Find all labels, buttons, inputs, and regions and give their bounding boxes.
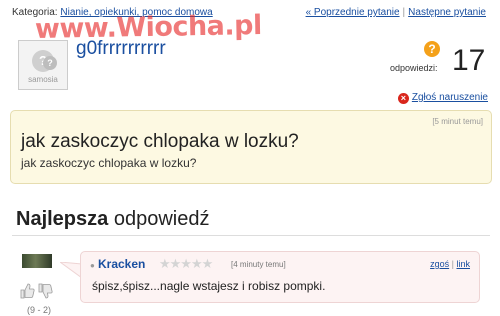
next-question-link[interactable]: Następne pytanie (408, 7, 486, 18)
answer-links: zgoś | link (430, 259, 470, 269)
answerer-username[interactable]: Kracken (98, 257, 145, 271)
answer-links-separator: | (451, 259, 454, 269)
online-status-dot: ● (90, 261, 95, 270)
answers-label: odpowiedzi: (390, 63, 438, 73)
previous-question-link[interactable]: « Poprzednie pytanie (306, 7, 400, 18)
report-link[interactable]: Zgłoś naruszenie (412, 92, 488, 103)
thumb-down-icon[interactable] (37, 283, 53, 299)
vote-count: (9 - 2) (27, 305, 52, 315)
answer-bubble-tail (60, 262, 82, 279)
question-nav: « Poprzednie pytanie | Następne pytanie (306, 7, 486, 18)
question-time: [5 minut temu] (432, 117, 483, 126)
best-answer-heading-bold: Najlepsza (16, 208, 109, 230)
nav-separator: | (402, 7, 406, 18)
vote-widget: (9 - 2) (15, 283, 59, 315)
best-answer-box: ● Kracken ★★★★★ [4 minuty temu] zgoś | l… (80, 251, 480, 303)
answers-count: 17 (452, 44, 486, 77)
divider (12, 235, 490, 236)
avatar-brand: samosia (28, 75, 58, 84)
best-answer-heading: Najlepsza odpowiedź (16, 208, 209, 231)
question-body: jak zaskoczyc chlopaka w lozku? (21, 156, 197, 170)
answer-text: śpisz,śpisz...nagle wstajesz i robisz po… (92, 279, 326, 293)
answerer-avatar[interactable] (22, 254, 52, 268)
answer-report-link[interactable]: zgoś (430, 259, 449, 269)
report-icon: × (397, 93, 409, 104)
thumb-up-icon[interactable] (19, 283, 35, 299)
avatar-question-icon-small: ? (43, 56, 57, 70)
asker-username[interactable]: g0frrrrrrrrrr (76, 38, 166, 60)
rating-stars: ★★★★★ (159, 256, 213, 271)
report-abuse[interactable]: × Zgłoś naruszenie (397, 92, 488, 104)
avatar[interactable]: ? ? samosia (18, 40, 68, 90)
question-box: [5 minut temu] jak zaskoczyc chlopaka w … (10, 110, 492, 184)
answer-time: [4 minuty temu] (231, 260, 286, 269)
question-title: jak zaskoczyc chlopaka w lozku? (21, 131, 299, 152)
question-icon: ? (424, 41, 440, 57)
answer-permalink[interactable]: link (456, 259, 470, 269)
best-answer-heading-rest: odpowiedź (108, 208, 210, 230)
